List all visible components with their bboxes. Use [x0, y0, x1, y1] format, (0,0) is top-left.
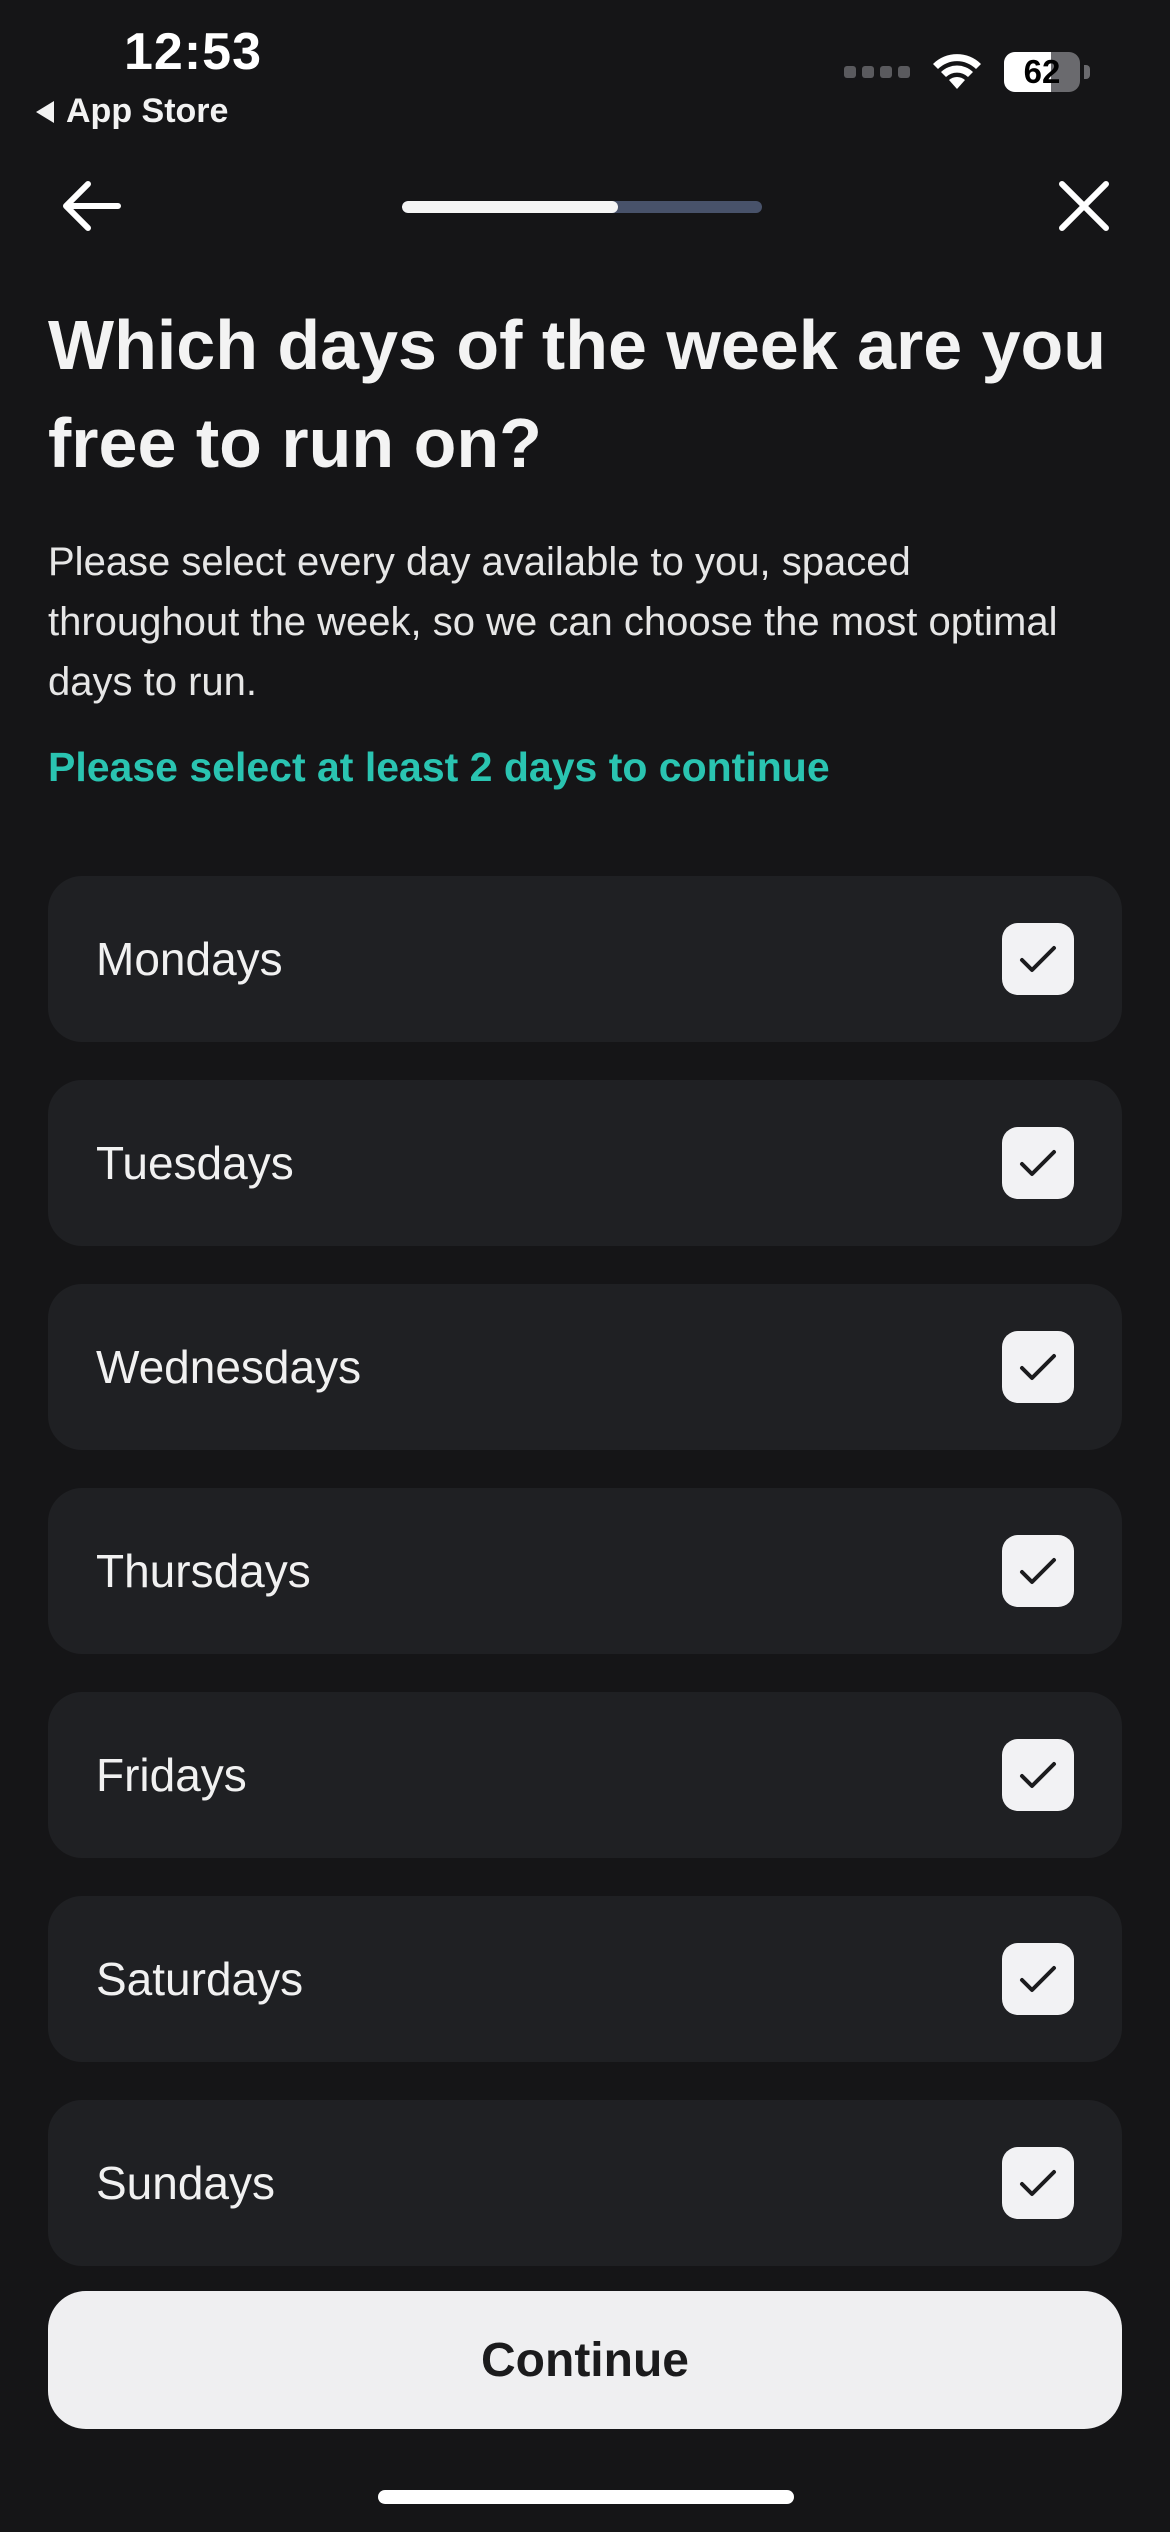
- wifi-icon: [933, 54, 981, 89]
- status-time: 12:53: [124, 23, 262, 81]
- cellular-signal-icon: [844, 66, 910, 78]
- day-label: Mondays: [96, 933, 283, 985]
- day-option-thursday[interactable]: Thursdays: [48, 1488, 1122, 1654]
- progress-bar: [402, 201, 762, 213]
- day-option-monday[interactable]: Mondays: [48, 876, 1122, 1042]
- checkmark-icon: [1020, 1354, 1056, 1380]
- page-title: Which days of the week are you free to r…: [48, 306, 1107, 482]
- checkbox-checked[interactable]: [1002, 923, 1074, 995]
- home-indicator: [378, 2490, 794, 2504]
- checkmark-icon: [1020, 1558, 1056, 1584]
- day-label: Saturdays: [96, 1953, 304, 2005]
- day-option-wednesday[interactable]: Wednesdays: [48, 1284, 1122, 1450]
- checkbox-checked[interactable]: [1002, 1127, 1074, 1199]
- checkmark-icon: [1020, 946, 1056, 972]
- day-label: Fridays: [96, 1749, 247, 1801]
- battery-icon: 62: [1004, 52, 1080, 92]
- day-option-saturday[interactable]: Saturdays: [48, 1896, 1122, 2062]
- day-list: Mondays Tuesdays Wednesdays Thursdays Fr…: [48, 876, 1122, 2304]
- day-label: Tuesdays: [96, 1137, 294, 1189]
- day-option-sunday[interactable]: Sundays: [48, 2100, 1122, 2266]
- back-arrow-icon[interactable]: [58, 176, 124, 236]
- day-label: Wednesdays: [96, 1341, 362, 1393]
- back-app-label: App Store: [66, 92, 229, 130]
- status-indicators: 62: [844, 52, 1090, 92]
- continue-button[interactable]: Continue: [48, 2291, 1122, 2429]
- day-option-tuesday[interactable]: Tuesdays: [48, 1080, 1122, 1246]
- battery-percent: 62: [1023, 53, 1061, 90]
- checkbox-checked[interactable]: [1002, 2147, 1074, 2219]
- checkbox-checked[interactable]: [1002, 1535, 1074, 1607]
- checkmark-icon: [1020, 1762, 1056, 1788]
- page-description: Please select every day available to you…: [48, 540, 1058, 704]
- battery-cap: [1084, 65, 1090, 79]
- checkbox-checked[interactable]: [1002, 1943, 1074, 2015]
- day-option-friday[interactable]: Fridays: [48, 1692, 1122, 1858]
- checkbox-checked[interactable]: [1002, 1331, 1074, 1403]
- back-triangle-icon: [36, 100, 54, 123]
- progress-bar-fill: [402, 201, 618, 213]
- checkmark-icon: [1020, 1150, 1056, 1176]
- back-to-app-store-link[interactable]: App Store: [36, 92, 228, 131]
- checkbox-checked[interactable]: [1002, 1739, 1074, 1811]
- checkmark-icon: [1020, 1966, 1056, 1992]
- checkmark-icon: [1020, 2170, 1056, 2196]
- day-label: Sundays: [96, 2157, 276, 2209]
- day-label: Thursdays: [96, 1545, 311, 1597]
- selection-hint: Please select at least 2 days to continu…: [48, 744, 830, 790]
- close-icon[interactable]: [1056, 178, 1112, 234]
